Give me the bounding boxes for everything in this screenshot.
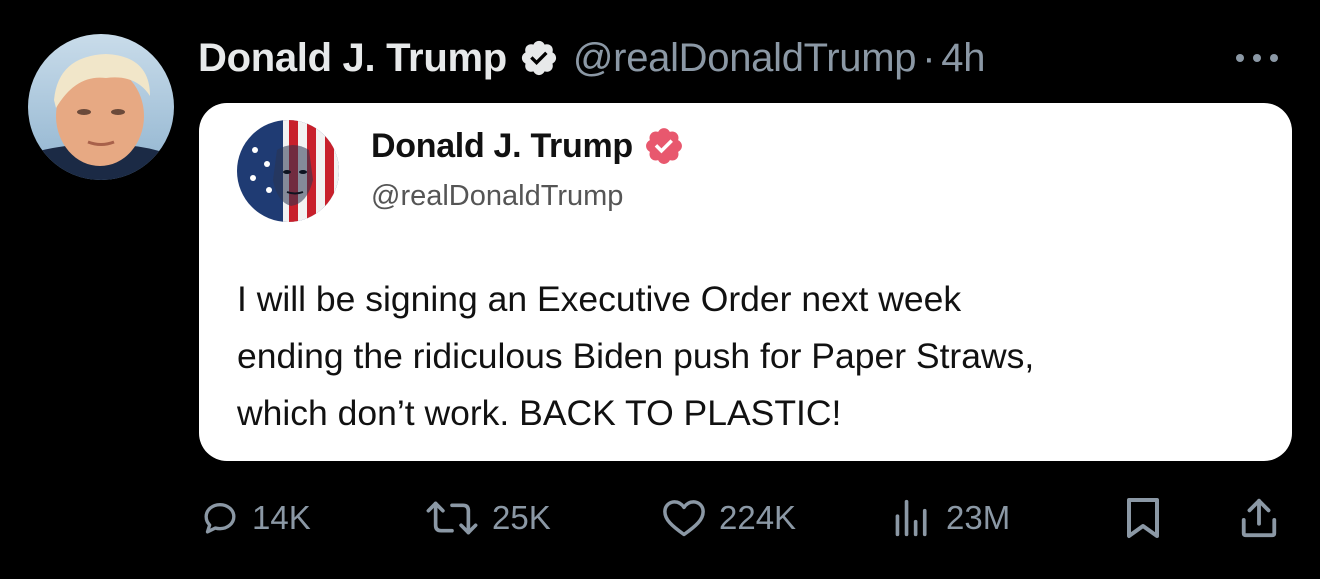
post-time[interactable]: 4h — [941, 36, 985, 81]
like-button[interactable]: 224K — [661, 490, 796, 546]
like-count: 224K — [719, 499, 797, 536]
separator-dot: · — [922, 35, 936, 80]
quoted-author-handle[interactable]: @realDonaldTrump — [371, 180, 623, 213]
reply-count: 14K — [252, 499, 311, 536]
views-count: 23M — [946, 499, 1011, 536]
reply-bubble-icon — [204, 503, 236, 534]
bookmark-button[interactable] — [1123, 490, 1163, 546]
post-header: Donald J. Trump @realDonaldTrump · 4h — [198, 30, 985, 86]
author-avatar[interactable] — [28, 34, 174, 180]
verified-badge-icon — [521, 40, 556, 76]
more-dots-icon — [1236, 54, 1278, 62]
share-button[interactable] — [1238, 490, 1280, 546]
quoted-post-card[interactable]: Donald J. Trump @realDonaldTrump I will … — [199, 103, 1292, 461]
avatar-portrait — [28, 34, 174, 180]
quoted-text-line: I will be signing an Executive Order nex… — [237, 279, 962, 319]
heart-icon — [663, 500, 705, 537]
flag-portrait-avatar — [237, 120, 339, 222]
bookmark-icon — [1127, 498, 1159, 538]
author-name[interactable]: Donald J. Trump — [198, 36, 507, 81]
quoted-post-text: I will be signing an Executive Order nex… — [237, 271, 1277, 442]
quoted-text-line: which don’t work. BACK TO PLASTIC! — [237, 393, 842, 433]
share-icon — [1241, 498, 1277, 538]
quoted-author-name[interactable]: Donald J. Trump — [371, 127, 633, 166]
action-bar: 14K 25K 224K 23M — [0, 490, 1320, 546]
repost-arrows-icon — [426, 501, 478, 535]
quoted-header: Donald J. Trump — [371, 125, 685, 167]
bar-chart-icon — [895, 499, 927, 537]
repost-button[interactable]: 25K — [424, 490, 551, 546]
reply-button[interactable]: 14K — [200, 490, 311, 546]
verified-badge-icon — [645, 128, 682, 164]
repost-count: 25K — [492, 499, 551, 536]
quoted-text-line: ending the ridiculous Biden push for Pap… — [237, 336, 1035, 376]
views-button[interactable]: 23M — [890, 490, 1010, 546]
quoted-author-avatar[interactable] — [237, 120, 339, 222]
more-menu-button[interactable] — [1232, 50, 1282, 66]
author-handle[interactable]: @realDonaldTrump — [573, 36, 917, 81]
